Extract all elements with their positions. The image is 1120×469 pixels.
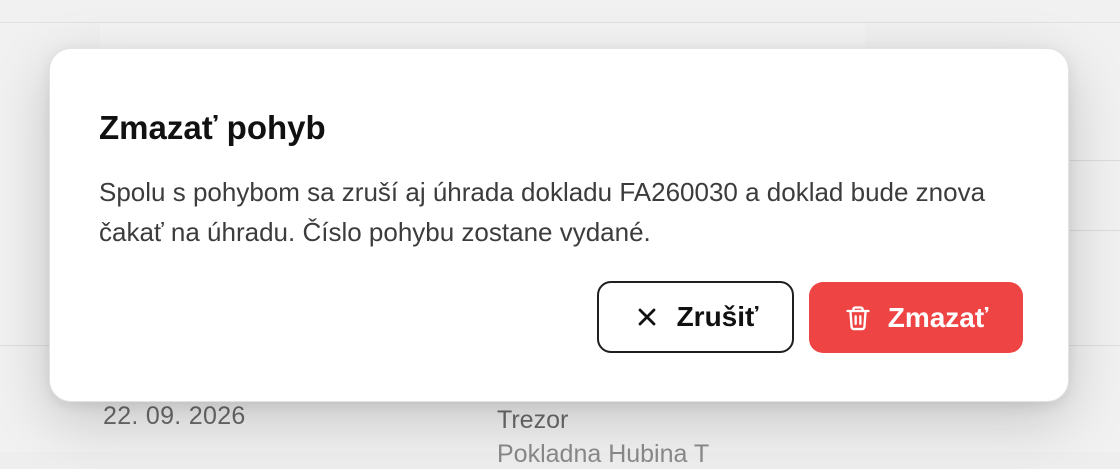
cancel-button-label: Zrušiť [676,301,759,332]
background-divider [1070,230,1120,231]
dialog-title: Zmazať pohyb [99,109,326,146]
dialog-message: Spolu s pohybom sa zruší aj úhrada dokla… [99,177,986,247]
cancel-button[interactable]: Zrušiť [597,281,794,353]
delete-movement-dialog: Zmazať pohyb Spolu s pohybom sa zruší aj… [49,48,1069,402]
close-icon [633,303,661,331]
background-row-account: Trezor [497,406,569,434]
trash-icon [844,304,872,332]
delete-button-label: Zmazať [887,301,989,333]
background-row-account-sub: Pokladna Hubina T [497,440,710,468]
delete-button[interactable]: Zmazať [809,282,1023,353]
background-row-date: 22. 09. 2026 [103,402,246,430]
background-divider [1070,160,1120,161]
